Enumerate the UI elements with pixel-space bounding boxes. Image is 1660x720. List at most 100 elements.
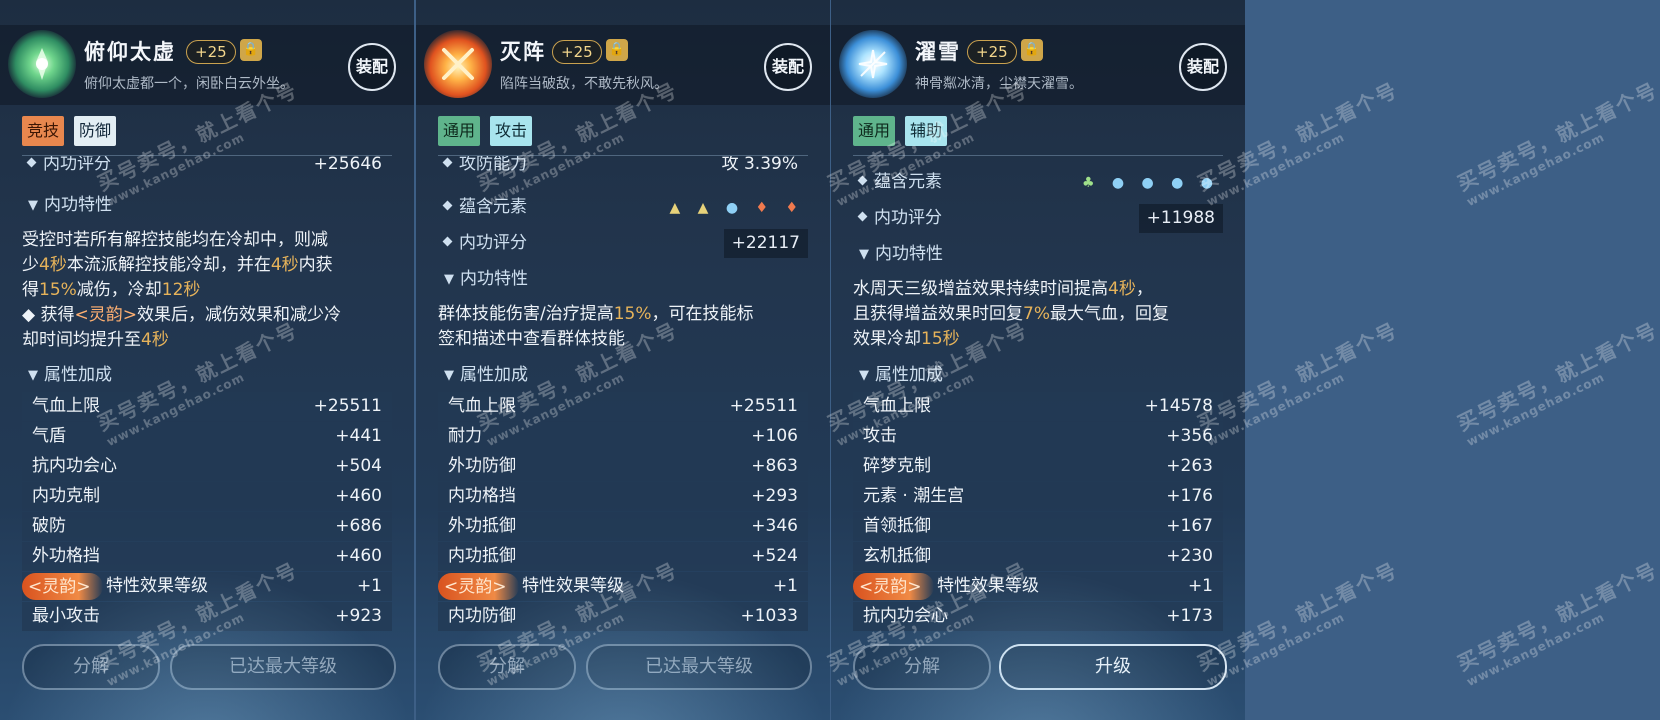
tag-arena: 竞技	[22, 116, 65, 146]
trait-description: 群体技能伤害/治疗提高15%，可在技能标 签和描述中查看群体技能	[438, 302, 808, 352]
lingyun-pill: <灵韵>	[22, 573, 103, 600]
chevron-down-icon: ▼	[444, 272, 454, 287]
attr-row: 外功防御 +863	[438, 452, 808, 481]
water-element-icon: ●	[1141, 175, 1154, 191]
decompose-button[interactable]: 分解	[438, 644, 576, 690]
water-element-icon: ●	[1111, 175, 1125, 191]
chevron-down-icon: ▼	[444, 368, 454, 383]
trait-line: 效果冷却15秒	[853, 329, 960, 349]
trait-line: 少4秒本流派解控技能冷却，并在4秒内获	[22, 255, 333, 275]
lock-icon[interactable]: 🔒	[606, 39, 628, 61]
skill-card-fuyangtaixu: 俯仰太虚 +25 🔒 俯仰太虚都一个，闲卧白云外坐。 装配 竞技 防御 内功评分…	[0, 0, 414, 720]
attr-row: 碎梦克制 +263	[853, 452, 1223, 481]
attr-row: 气血上限 +25511	[22, 392, 392, 421]
lock-icon[interactable]: 🔒	[240, 39, 262, 61]
tag-attack: 攻击	[490, 116, 533, 146]
attr-row: 内功抵御 +524	[438, 542, 808, 571]
fire-element-icon: ♦	[755, 200, 769, 216]
element-row: 蕴含元素 ♣ ● ● ● ●	[853, 168, 1223, 197]
tag-general: 通用	[438, 116, 481, 146]
attr-row: 破防 +686	[22, 512, 392, 541]
trait-heading[interactable]: ▼ 内功特性	[22, 191, 392, 220]
decompose-button[interactable]: 分解	[853, 644, 991, 690]
card-title: 俯仰太虚	[84, 40, 176, 64]
attr-row: 耐力 +106	[438, 422, 808, 451]
decompose-button[interactable]: 分解	[22, 644, 160, 690]
fire-element-icon: ♦	[785, 200, 798, 216]
trait-description: 受控时若所有解控技能均在冷却中，则减 少4秒本流派解控技能冷却，并在4秒内获 得…	[22, 228, 392, 353]
attr-row: 气血上限 +14578	[853, 392, 1223, 421]
card-title: 灭阵	[500, 40, 546, 64]
card-title: 濯雪	[915, 40, 961, 64]
attr-row: 外功格挡 +460	[22, 542, 392, 571]
level-bonus-badge: +25	[186, 40, 236, 64]
attr-row: 外功抵御 +346	[438, 512, 808, 541]
trait-heading[interactable]: ▼ 内功特性	[853, 240, 1223, 269]
trait-line: 群体技能伤害/治疗提高15%，可在技能标	[438, 304, 754, 324]
attr-row: 最小攻击 +923	[22, 602, 392, 631]
divider	[853, 155, 1223, 156]
attr-row: 气血上限 +25511	[438, 392, 808, 421]
level-bonus-badge: +25	[967, 40, 1017, 64]
chevron-down-icon: ▼	[28, 368, 38, 383]
level-bonus-badge: +25	[552, 40, 602, 64]
trait-heading[interactable]: ▼ 内功特性	[438, 265, 808, 294]
attr-row: 玄机抵御 +230	[853, 542, 1223, 571]
attr-row: 首领抵御 +167	[853, 512, 1223, 541]
wood-element-icon: ♣	[1081, 175, 1095, 191]
attack-defense-row-partial: 攻防能力 攻 3.39%	[438, 156, 808, 178]
attr-heading[interactable]: ▼ 属性加成	[22, 361, 392, 390]
chevron-down-icon: ▼	[859, 368, 869, 383]
element-row: 蕴含元素 ▲ ▲ ● ♦ ♦	[438, 193, 808, 222]
equip-button[interactable]: 装配	[1179, 43, 1227, 91]
card-subtitle: 神骨粼冰清，尘襟天濯雪。	[915, 76, 1083, 92]
element-icons: ♣ ● ● ● ●	[1070, 168, 1213, 198]
attr-row: 元素 · 潮生宫 +176	[853, 482, 1223, 511]
earth-element-icon: ▲	[669, 200, 681, 216]
chevron-down-icon: ▼	[859, 247, 869, 262]
upgrade-button[interactable]: 升级	[999, 644, 1227, 690]
water-element-icon: ●	[1200, 175, 1213, 191]
ice-blade-icon	[839, 30, 907, 98]
attr-heading[interactable]: ▼ 属性加成	[853, 361, 1223, 390]
trait-line: 却时间均提升至4秒	[22, 330, 169, 350]
trait-line: 签和描述中查看群体技能	[438, 329, 625, 349]
trait-description: 水周天三级增益效果持续时间提高4秒， 且获得增益效果时回复7%最大气血，回复 效…	[853, 277, 1223, 352]
attr-row: 抗内功会心 +173	[853, 602, 1223, 631]
tag-general: 通用	[853, 116, 896, 146]
jade-emblem-icon	[8, 30, 76, 98]
score-row: 内功评分 +22117	[438, 229, 808, 258]
max-level-button[interactable]: 已达最大等级	[170, 644, 396, 690]
watermark: 买号卖号，就上看个号 www.kangehao.com	[1453, 557, 1660, 690]
score-row-partial: 内功评分 +25646	[22, 156, 392, 178]
max-level-button[interactable]: 已达最大等级	[586, 644, 812, 690]
attr-row: 内功格挡 +293	[438, 482, 808, 511]
tag-defense: 防御	[74, 116, 117, 146]
attr-heading[interactable]: ▼ 属性加成	[438, 361, 808, 390]
lock-icon[interactable]: 🔒	[1021, 39, 1043, 61]
skill-card-zhuoxue: 濯雪 +25 🔒 神骨粼冰清，尘襟天濯雪。 装配 通用 辅助 蕴含元素 ♣ ● …	[831, 0, 1245, 720]
tag-support: 辅助	[905, 116, 948, 146]
attr-row: 内功防御 +1033	[438, 602, 808, 631]
trait-line: ◆ 获得<灵韵>效果后，减伤效果和减少冷	[22, 305, 341, 325]
attr-row: 抗内功会心 +504	[22, 452, 392, 481]
special-attr-row: <灵韵> 特性效果等级 +1	[438, 572, 808, 601]
trait-line: 水周天三级增益效果持续时间提高4秒，	[853, 279, 1153, 299]
watermark: 买号卖号，就上看个号 www.kangehao.com	[1453, 317, 1660, 450]
equip-button[interactable]: 装配	[764, 43, 812, 91]
score-row: 内功评分 +11988	[853, 204, 1223, 233]
special-attr-row: <灵韵> 特性效果等级 +1	[22, 572, 392, 601]
attr-row: 内功克制 +460	[22, 482, 392, 511]
attr-row: 气盾 +441	[22, 422, 392, 451]
trait-line: 得15%减伤，冷却12秒	[22, 280, 201, 300]
attr-row: 攻击 +356	[853, 422, 1223, 451]
earth-element-icon: ▲	[697, 200, 709, 216]
skill-card-miezhen: 灭阵 +25 🔒 陷阵当破敌，不敢先秋风。 装配 通用 攻击 攻防能力 攻 3.…	[416, 0, 830, 720]
card-subtitle: 陷阵当破敌，不敢先秋风。	[500, 76, 668, 92]
lingyun-pill: <灵韵>	[438, 573, 519, 600]
trait-line: 受控时若所有解控技能均在冷却中，则减	[22, 230, 328, 250]
equip-button[interactable]: 装配	[348, 43, 396, 91]
water-element-icon: ●	[725, 200, 739, 216]
watermark: 买号卖号，就上看个号 www.kangehao.com	[1453, 77, 1660, 210]
chevron-down-icon: ▼	[28, 198, 38, 213]
